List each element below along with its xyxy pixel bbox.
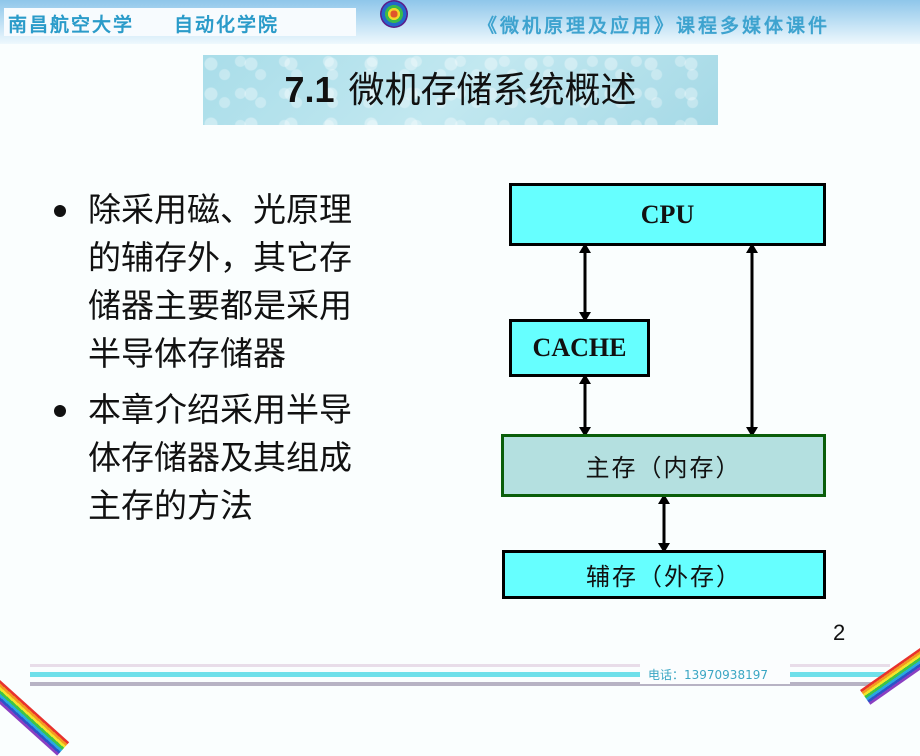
cache-box: CACHE [509, 319, 650, 377]
aux-memory-box: 辅存（外存） [502, 550, 826, 599]
cpu-box: CPU [509, 183, 826, 246]
phone-number: 电话：13970938197 [648, 668, 768, 682]
page-number: 2 [833, 620, 846, 645]
main-memory-box: 主存（内存） [501, 434, 826, 497]
